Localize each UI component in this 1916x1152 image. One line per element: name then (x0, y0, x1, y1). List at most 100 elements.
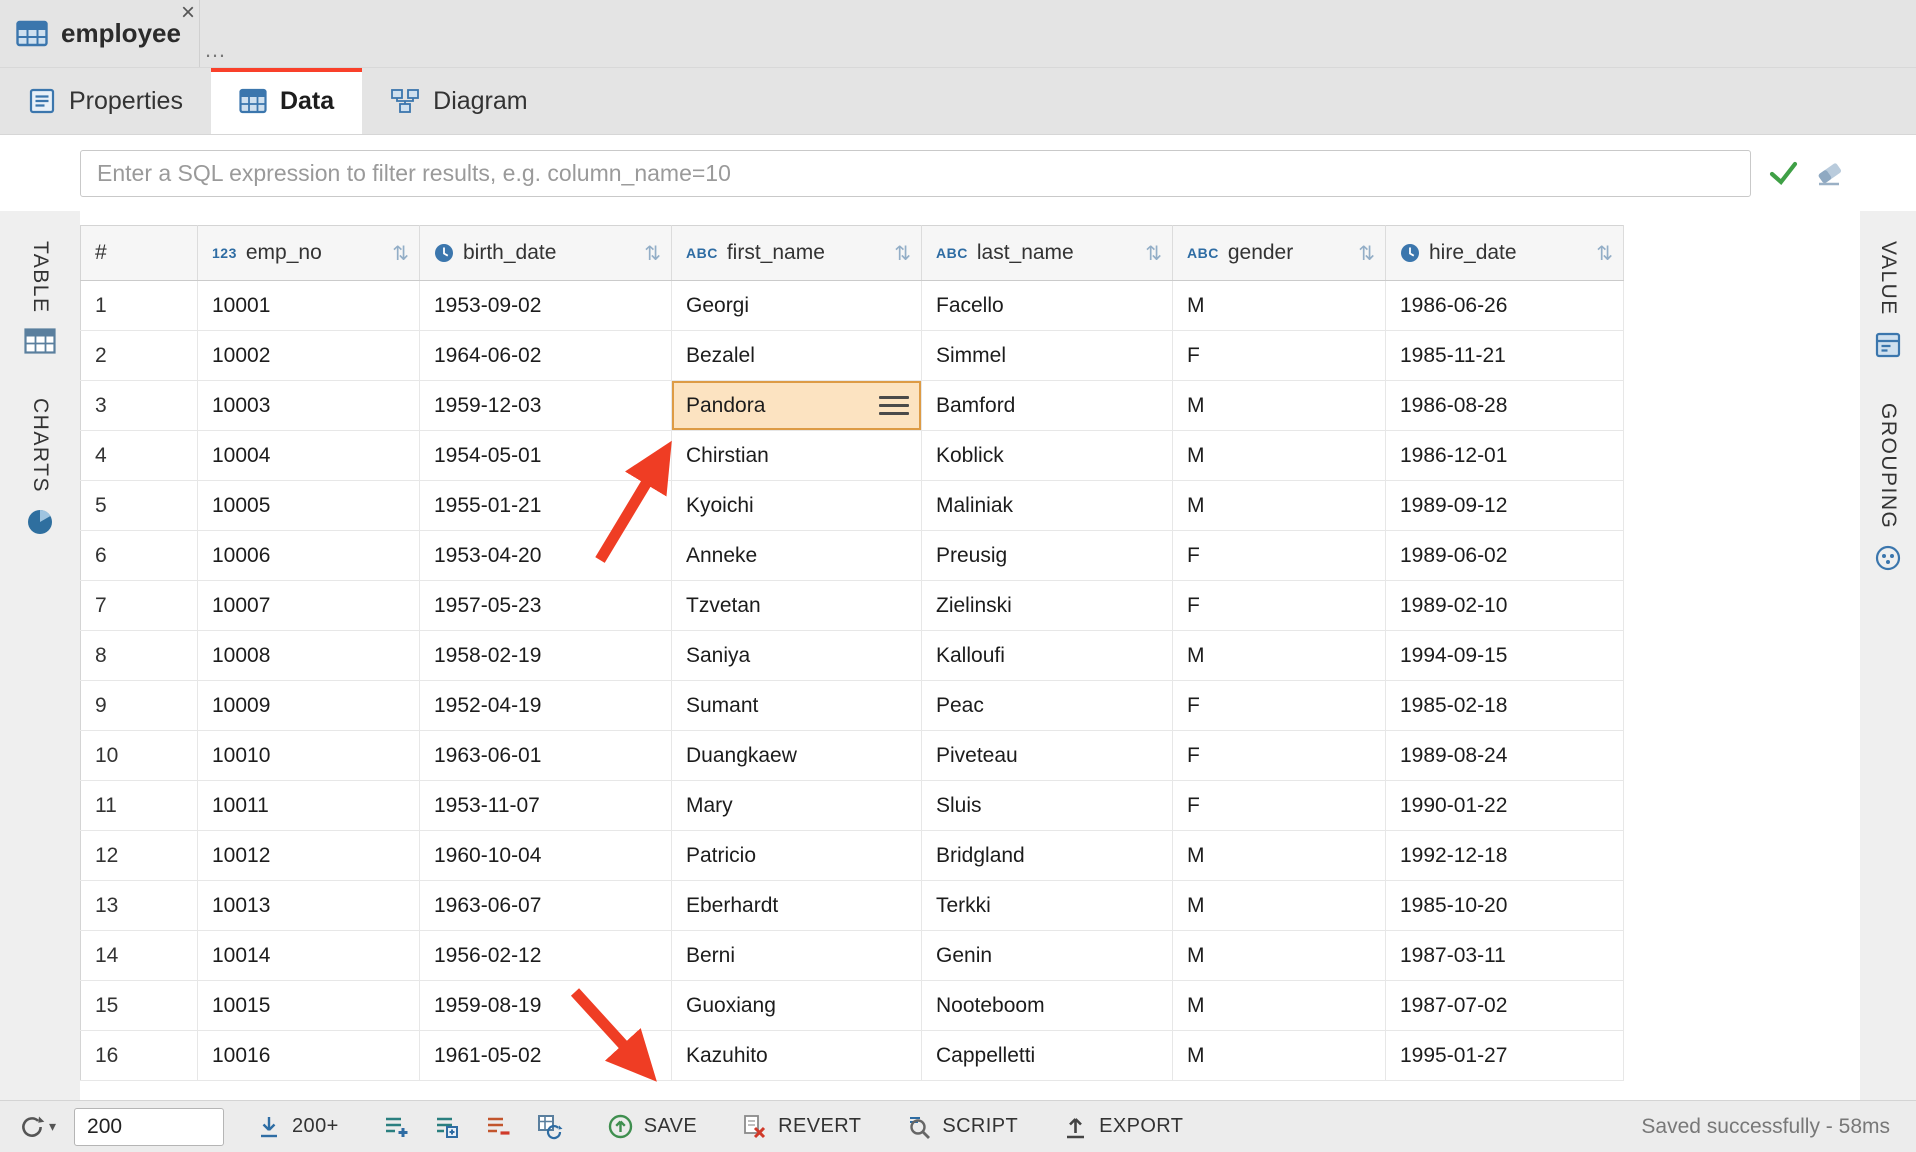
data-cell[interactable]: 1963-06-07 (420, 881, 672, 931)
row-limit-input[interactable] (74, 1108, 224, 1146)
data-cell[interactable]: 1989-09-12 (1386, 481, 1624, 531)
data-cell[interactable]: F (1173, 581, 1386, 631)
data-cell[interactable]: 10001 (198, 281, 420, 331)
data-cell[interactable]: 1958-02-19 (420, 631, 672, 681)
data-cell[interactable]: Kyoichi (672, 481, 922, 531)
sort-icon[interactable]: ⇅ (1358, 241, 1375, 266)
data-cell[interactable]: 10009 (198, 681, 420, 731)
data-cell[interactable]: 10002 (198, 331, 420, 381)
sort-icon[interactable]: ⇅ (392, 241, 409, 266)
panel-tab-table[interactable]: TABLE (24, 241, 56, 354)
data-cell[interactable]: Guoxiang (672, 981, 922, 1031)
sort-icon[interactable]: ⇅ (894, 241, 911, 266)
data-cell[interactable]: Mary (672, 781, 922, 831)
column-header-hire_date[interactable]: hire_date⇅ (1386, 226, 1624, 281)
data-cell[interactable]: 1961-05-02 (420, 1031, 672, 1081)
apply-filter-icon[interactable] (1767, 160, 1799, 186)
filter-input[interactable] (80, 150, 1751, 197)
data-cell[interactable]: 1985-10-20 (1386, 881, 1624, 931)
row-number-cell[interactable]: 14 (81, 931, 198, 981)
data-cell[interactable]: Saniya (672, 631, 922, 681)
refresh-dropdown-icon[interactable]: ▾ (49, 1118, 56, 1135)
add-row-icon[interactable] (383, 1113, 410, 1140)
row-number-cell[interactable]: 12 (81, 831, 198, 881)
data-cell[interactable]: 1990-01-22 (1386, 781, 1624, 831)
data-cell[interactable]: 1992-12-18 (1386, 831, 1624, 881)
data-cell[interactable]: Patricio (672, 831, 922, 881)
data-cell[interactable]: M (1173, 981, 1386, 1031)
data-cell[interactable]: Koblick (922, 431, 1173, 481)
tab-employee[interactable]: employee × (0, 0, 200, 67)
column-header-gender[interactable]: ABCgender⇅ (1173, 226, 1386, 281)
data-cell[interactable]: 1952-04-19 (420, 681, 672, 731)
data-cell[interactable]: Anneke (672, 531, 922, 581)
revert-button[interactable]: REVERT (741, 1113, 861, 1140)
data-cell[interactable]: 10016 (198, 1031, 420, 1081)
data-cell[interactable]: Duangkaew (672, 731, 922, 781)
data-cell[interactable]: Tzvetan (672, 581, 922, 631)
data-cell[interactable]: Bamford (922, 381, 1173, 431)
data-cell[interactable]: 1989-02-10 (1386, 581, 1624, 631)
duplicate-row-icon[interactable] (434, 1113, 461, 1140)
tab-diagram[interactable]: Diagram (362, 68, 555, 134)
data-cell[interactable]: M (1173, 281, 1386, 331)
data-cell[interactable]: Berni (672, 931, 922, 981)
data-cell[interactable]: 1956-02-12 (420, 931, 672, 981)
data-cell[interactable]: 10006 (198, 531, 420, 581)
data-cell[interactable]: Georgi (672, 281, 922, 331)
data-cell[interactable]: Bridgland (922, 831, 1173, 881)
tab-data[interactable]: Data (211, 68, 362, 134)
data-cell[interactable]: M (1173, 381, 1386, 431)
row-number-cell[interactable]: 5 (81, 481, 198, 531)
data-cell[interactable]: 1986-06-26 (1386, 281, 1624, 331)
data-cell[interactable]: Sluis (922, 781, 1173, 831)
data-cell[interactable]: 1987-07-02 (1386, 981, 1624, 1031)
data-cell[interactable]: 1994-09-15 (1386, 631, 1624, 681)
row-number-cell[interactable]: 13 (81, 881, 198, 931)
row-number-cell[interactable]: 1 (81, 281, 198, 331)
data-cell[interactable]: 10004 (198, 431, 420, 481)
sort-icon[interactable]: ⇅ (644, 241, 661, 266)
panel-tab-value[interactable]: VALUE (1874, 241, 1902, 359)
data-cell[interactable]: 1963-06-01 (420, 731, 672, 781)
data-cell[interactable]: Facello (922, 281, 1173, 331)
data-cell[interactable]: M (1173, 931, 1386, 981)
data-cell[interactable]: 10014 (198, 931, 420, 981)
column-header-emp_no[interactable]: 123emp_no⇅ (198, 226, 420, 281)
data-cell[interactable]: M (1173, 631, 1386, 681)
clear-filter-icon[interactable] (1813, 159, 1845, 187)
data-cell[interactable]: Sumant (672, 681, 922, 731)
row-number-cell[interactable]: 6 (81, 531, 198, 581)
data-cell[interactable]: M (1173, 481, 1386, 531)
data-cell[interactable]: 1953-04-20 (420, 531, 672, 581)
sort-icon[interactable]: ⇅ (1596, 241, 1613, 266)
data-cell[interactable]: 1960-10-04 (420, 831, 672, 881)
panel-tab-grouping[interactable]: GROUPING (1874, 403, 1902, 572)
data-cell[interactable]: 1985-02-18 (1386, 681, 1624, 731)
data-cell[interactable]: Chirstian (672, 431, 922, 481)
data-cell[interactable]: 1957-05-23 (420, 581, 672, 631)
data-cell[interactable]: 10008 (198, 631, 420, 681)
column-header-last_name[interactable]: ABClast_name⇅ (922, 226, 1173, 281)
data-cell[interactable]: 10013 (198, 881, 420, 931)
data-cell[interactable]: 1989-06-02 (1386, 531, 1624, 581)
data-cell[interactable]: 10011 (198, 781, 420, 831)
data-cell[interactable]: M (1173, 881, 1386, 931)
data-cell[interactable]: 1953-09-02 (420, 281, 672, 331)
data-cell[interactable]: Zielinski (922, 581, 1173, 631)
export-button[interactable]: EXPORT (1062, 1113, 1183, 1140)
data-cell[interactable]: Genin (922, 931, 1173, 981)
data-cell[interactable]: M (1173, 831, 1386, 881)
data-cell[interactable]: F (1173, 531, 1386, 581)
data-cell[interactable]: 1995-01-27 (1386, 1031, 1624, 1081)
data-cell[interactable]: F (1173, 681, 1386, 731)
data-cell[interactable]: Kazuhito (672, 1031, 922, 1081)
tab-properties[interactable]: Properties (0, 68, 211, 134)
row-number-cell[interactable]: 11 (81, 781, 198, 831)
data-cell[interactable]: Eberhardt (672, 881, 922, 931)
fetch-next-page-button[interactable]: 200+ (256, 1114, 339, 1140)
data-cell[interactable]: 10005 (198, 481, 420, 531)
data-cell[interactable]: 1986-08-28 (1386, 381, 1624, 431)
data-cell[interactable]: 1964-06-02 (420, 331, 672, 381)
data-cell[interactable]: Peac (922, 681, 1173, 731)
